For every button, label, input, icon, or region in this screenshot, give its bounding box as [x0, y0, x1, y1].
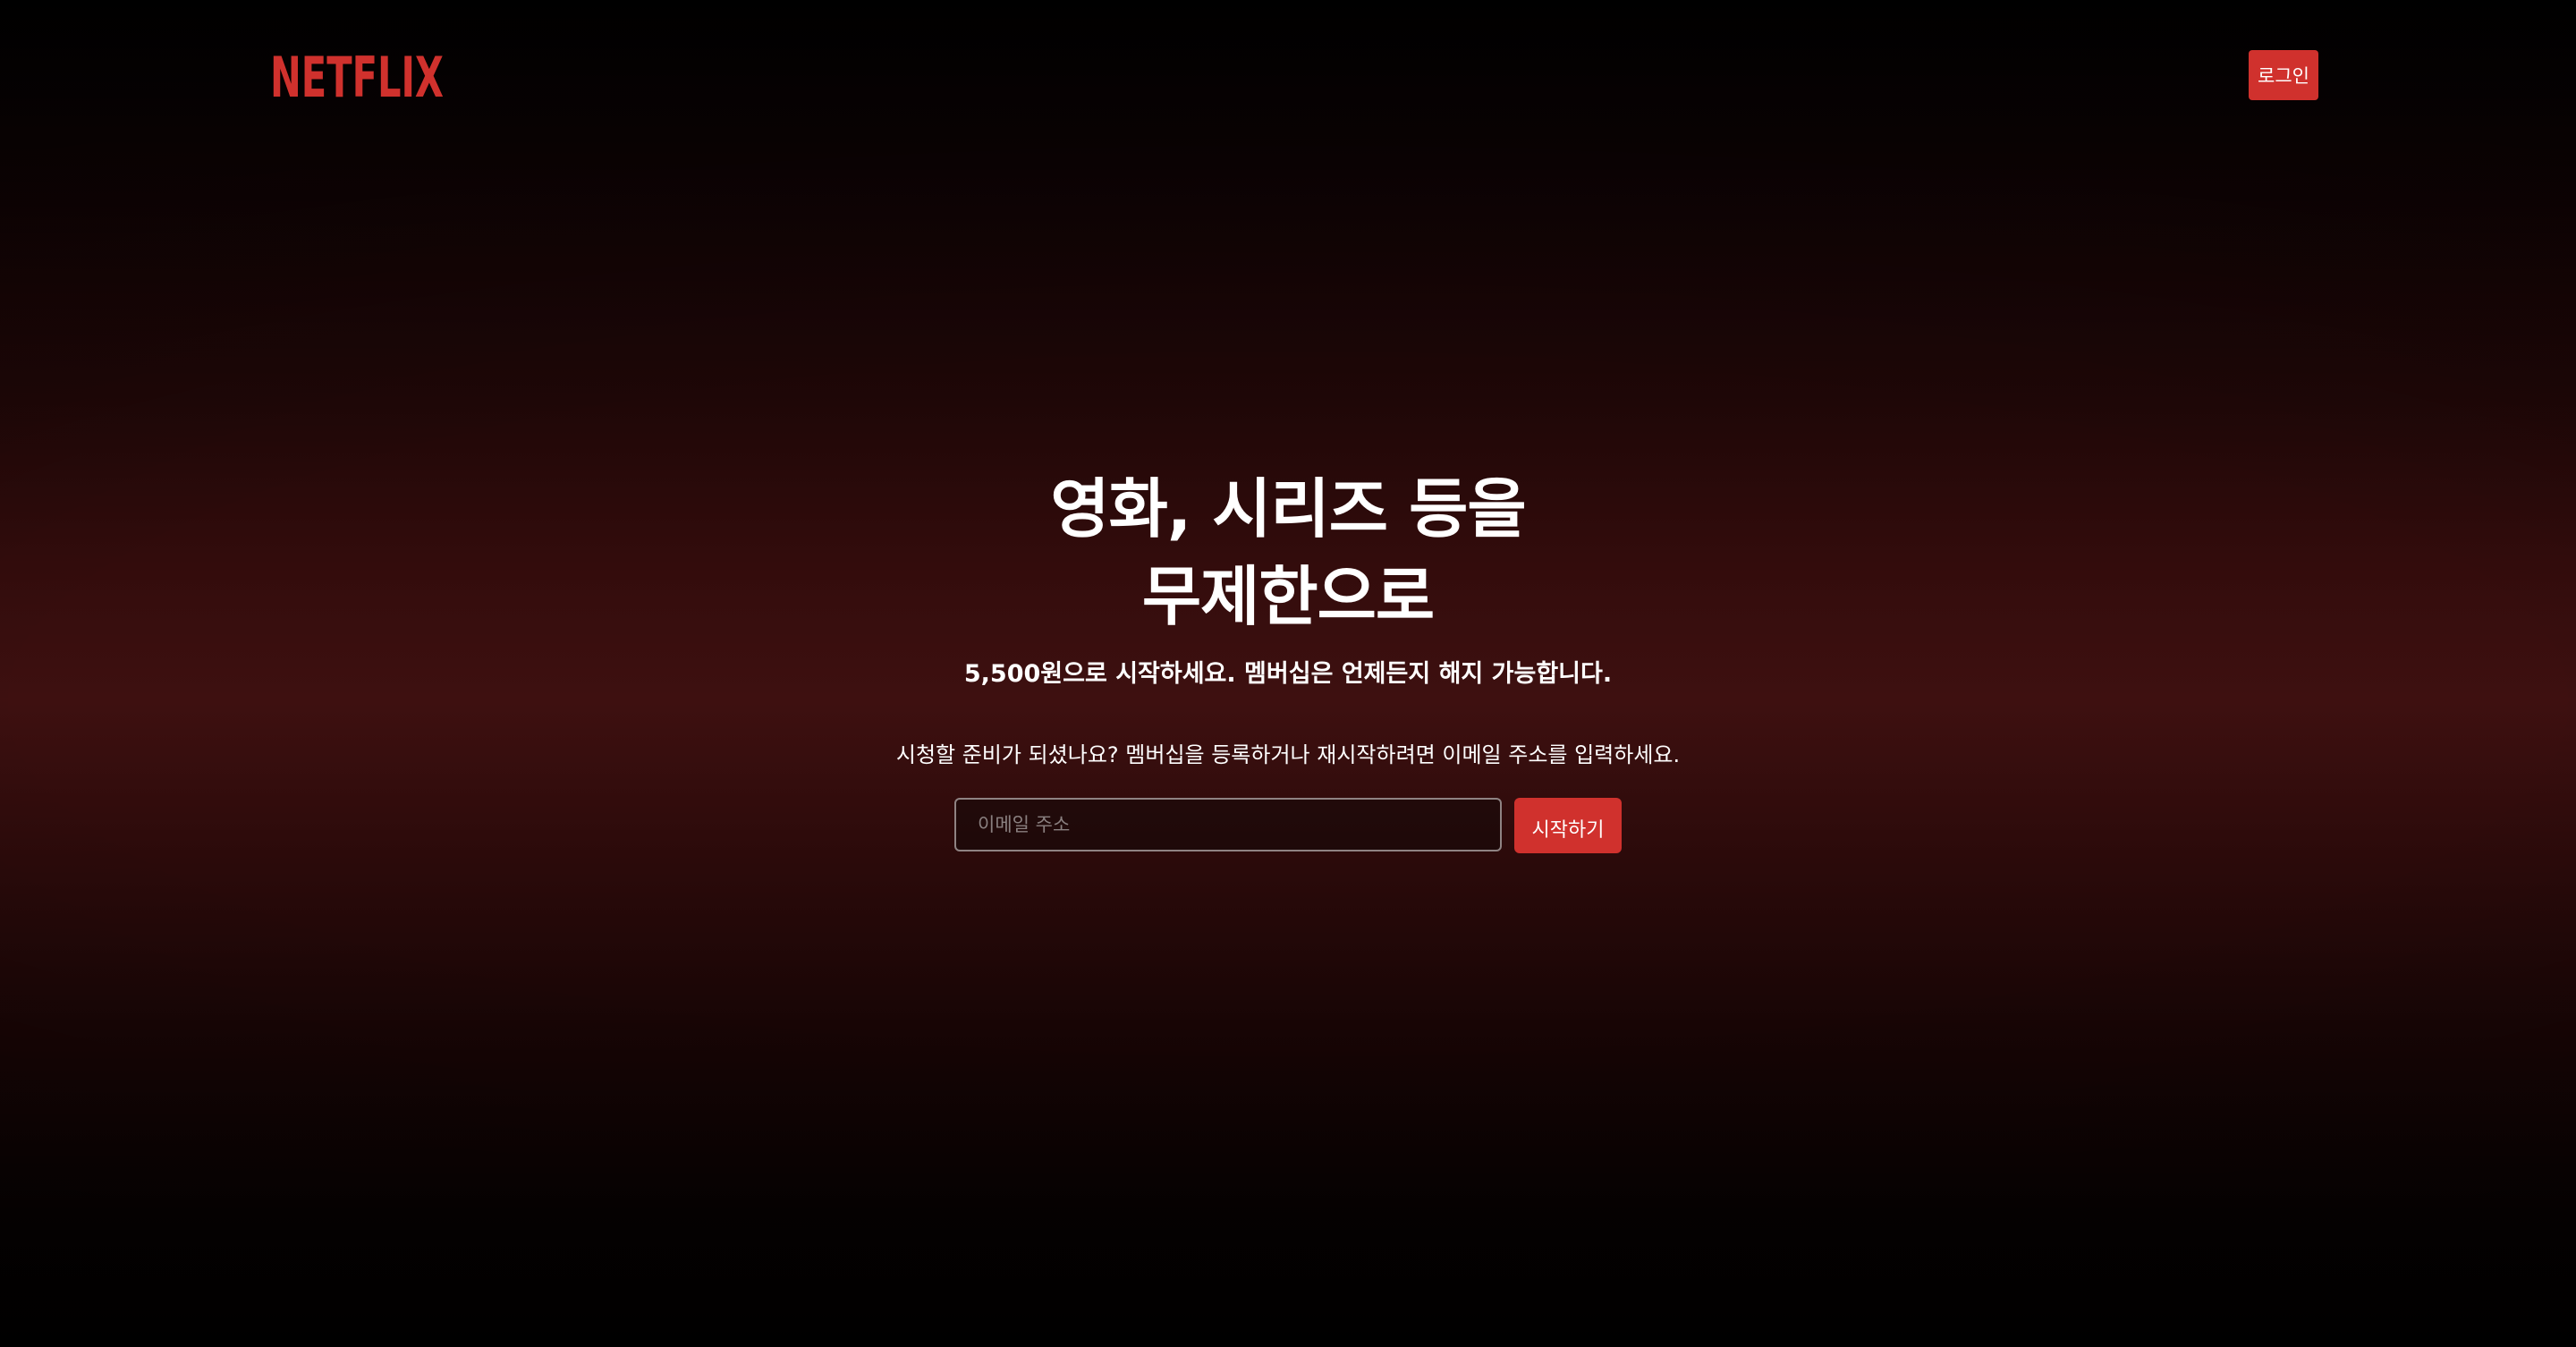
- email-signup-form: 시작하기: [0, 798, 2576, 853]
- signup-prompt: 시청할 준비가 되셨나요? 멤버십을 등록하거나 재시작하려면 이메일 주소를 …: [895, 742, 1681, 767]
- landing-page: NETFLIX 로그인 영화, 시리즈 등을 무제한으로 5,500원으로 시작…: [0, 0, 2576, 1347]
- top-header: NETFLIX 로그인: [270, 48, 2318, 102]
- netflix-logo-mark: NETFLIX: [270, 50, 444, 100]
- netflix-logo[interactable]: NETFLIX: [270, 48, 449, 102]
- hero-title: 영화, 시리즈 등을 무제한으로: [0, 465, 2576, 640]
- hero-title-line-2: 무제한으로: [1141, 559, 1435, 634]
- login-button[interactable]: 로그인: [2249, 50, 2318, 100]
- email-input[interactable]: [954, 798, 1502, 851]
- hero-section: 영화, 시리즈 등을 무제한으로 5,500원으로 시작하세요. 멤버십은 언제…: [0, 465, 2576, 853]
- logo-text: NETFLIX: [270, 50, 444, 100]
- hero-subtitle: 5,500원으로 시작하세요. 멤버십은 언제든지 해지 가능합니다.: [963, 660, 1613, 688]
- hero-title-line-1: 영화, 시리즈 등을: [1050, 471, 1526, 546]
- get-started-button[interactable]: 시작하기: [1514, 798, 1622, 853]
